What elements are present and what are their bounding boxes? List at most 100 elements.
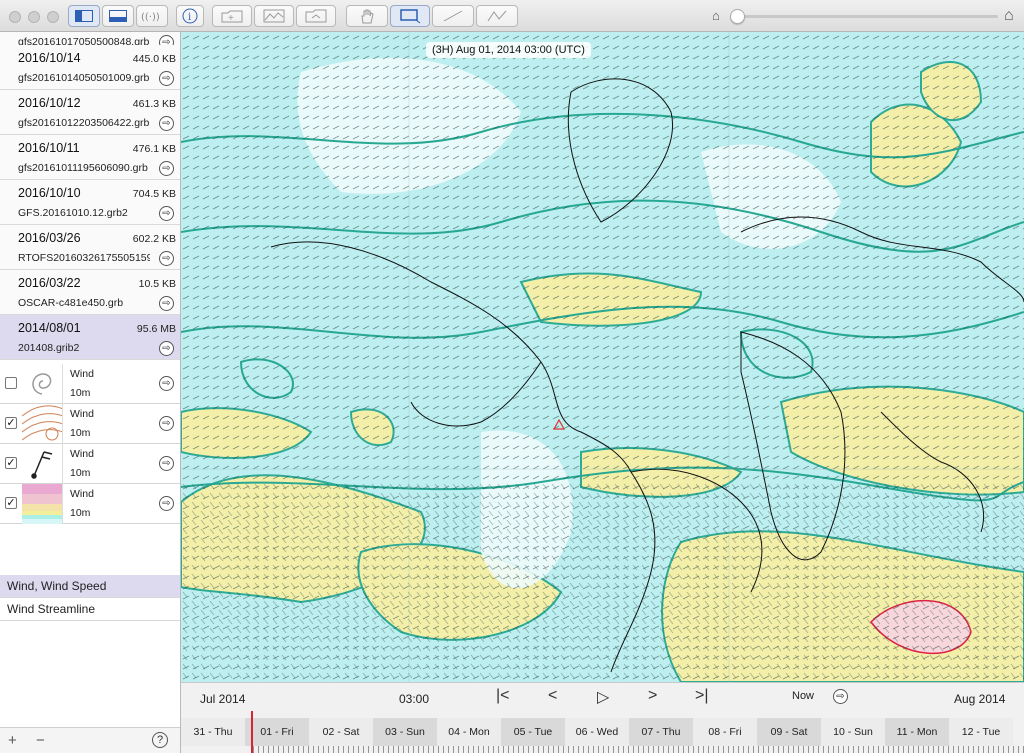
layer-settings-button[interactable]: ⇨ bbox=[159, 496, 174, 511]
broadcast-button[interactable]: ((·)) bbox=[136, 5, 168, 27]
file-row[interactable]: 2016/10/14 445.0 KB gfs20161014050501009.g… bbox=[0, 45, 180, 90]
streamline-icon bbox=[22, 364, 63, 404]
timeline-day[interactable]: 10 - Sun bbox=[821, 718, 885, 746]
timeline-current-time: 03:00 bbox=[399, 692, 430, 706]
layer-settings-button[interactable]: ⇨ bbox=[159, 376, 174, 391]
hand-icon bbox=[361, 9, 374, 24]
named-layer-item[interactable]: Wind Streamline bbox=[0, 598, 180, 621]
layer-level: 10m bbox=[70, 427, 91, 439]
layer-row[interactable]: ✓ Wind 10m ⇨ bbox=[0, 444, 180, 484]
map-time-label: (3H) Aug 01, 2014 03:00 (UTC) bbox=[426, 42, 591, 58]
timeline-day[interactable]: 11 - Mon bbox=[885, 718, 949, 746]
select-region-icon bbox=[400, 9, 421, 24]
select-region-tool-button[interactable] bbox=[390, 5, 430, 27]
sidebar-toggle-button[interactable] bbox=[68, 5, 100, 27]
add-button[interactable]: + bbox=[8, 732, 17, 749]
remove-button[interactable]: − bbox=[36, 732, 45, 749]
home-max-icon[interactable]: ⌂ bbox=[1004, 8, 1014, 24]
file-name: OSCAR-c481e450.grb bbox=[18, 297, 124, 309]
home-icon[interactable]: ⌂ bbox=[712, 9, 720, 23]
zoom-slider[interactable] bbox=[734, 15, 998, 18]
zoom-window-button[interactable] bbox=[47, 11, 59, 23]
folder-button[interactable] bbox=[296, 5, 336, 27]
file-size: 476.1 KB bbox=[132, 143, 176, 155]
file-open-button[interactable]: ⇨ bbox=[159, 251, 174, 266]
timeline-cursor[interactable] bbox=[251, 711, 253, 753]
app-window: ((·)) i + ⌂ ⌂ gfs20161017050500848.grb ⇨… bbox=[0, 0, 1024, 753]
timeline-day[interactable]: 06 - Wed bbox=[565, 718, 629, 746]
timeline-day-strip[interactable]: 31 - Thu 01 - Fri 02 - Sat 03 - Sun 04 - Mon… bbox=[181, 718, 1024, 746]
file-row[interactable]: 2014/08/01 95.6 MB 201408.grib2 ⇨ bbox=[0, 315, 180, 360]
skip-to-start-button[interactable]: |< bbox=[496, 687, 510, 705]
help-button[interactable]: ? bbox=[152, 732, 168, 748]
timeline-day[interactable]: 12 - Tue bbox=[949, 718, 1013, 746]
weather-map[interactable]: (3H) Aug 01, 2014 03:00 (UTC) bbox=[181, 32, 1024, 682]
timeline-day[interactable]: 31 - Thu bbox=[181, 718, 245, 746]
layer-row[interactable]: ✓ Wind 10m ⇨ bbox=[0, 484, 180, 524]
info-button[interactable]: i bbox=[176, 5, 204, 27]
chart-view-button[interactable] bbox=[254, 5, 294, 27]
file-open-button[interactable]: ⇨ bbox=[159, 206, 174, 221]
file-open-button[interactable]: ⇨ bbox=[159, 341, 174, 356]
pan-tool-button[interactable] bbox=[346, 5, 388, 27]
file-name: gfs20161011195606090.grb bbox=[18, 162, 148, 174]
bottom-panel-toggle-button[interactable] bbox=[102, 5, 134, 27]
timeline-day[interactable]: 02 - Sat bbox=[309, 718, 373, 746]
wind-barbs-south bbox=[181, 482, 1024, 682]
named-layer-item[interactable]: Wind, Wind Speed bbox=[0, 575, 180, 598]
folder-icon bbox=[305, 9, 327, 23]
file-open-button[interactable]: ⇨ bbox=[159, 296, 174, 311]
sidebar: gfs20161017050500848.grb ⇨ 2016/10/14 445.0… bbox=[0, 32, 181, 753]
add-region-button[interactable]: + bbox=[212, 5, 252, 27]
layer-visibility-checkbox[interactable]: ✓ bbox=[5, 457, 17, 469]
file-row[interactable]: 2016/03/22 10.5 KB OSCAR-c481e450.grb ⇨ bbox=[0, 270, 180, 315]
file-size: 10.5 KB bbox=[138, 278, 176, 290]
skip-to-end-button[interactable]: >| bbox=[695, 687, 709, 705]
timeline: Jul 2014 03:00 |< < ▷ > >| Now ⇨ Aug 201… bbox=[181, 682, 1024, 753]
layer-settings-button[interactable]: ⇨ bbox=[159, 456, 174, 471]
file-date: 2016/10/14 bbox=[18, 51, 81, 65]
minimize-window-button[interactable] bbox=[28, 11, 40, 23]
layer-visibility-checkbox[interactable]: ✓ bbox=[5, 497, 17, 509]
info-icon: i bbox=[182, 8, 198, 24]
file-row[interactable]: 2016/10/12 461.3 KB gfs20161012203506422.g… bbox=[0, 90, 180, 135]
now-label: Now bbox=[792, 690, 815, 702]
play-button[interactable]: ▷ bbox=[597, 687, 609, 707]
timeline-month-left: Jul 2014 bbox=[200, 692, 246, 706]
timeline-day[interactable]: 09 - Sat bbox=[757, 718, 821, 746]
step-forward-button[interactable]: > bbox=[648, 687, 657, 705]
layer-name: Wind bbox=[70, 448, 94, 460]
timeline-day[interactable]: 07 - Thu bbox=[629, 718, 693, 746]
layer-visibility-checkbox[interactable]: ✓ bbox=[5, 417, 17, 429]
step-back-button[interactable]: < bbox=[548, 687, 557, 705]
file-list: gfs20161017050500848.grb ⇨ 2016/10/14 445.0… bbox=[0, 32, 180, 364]
file-open-button[interactable]: ⇨ bbox=[159, 116, 174, 131]
timeline-day[interactable]: 01 - Fri bbox=[245, 718, 309, 746]
file-open-button[interactable]: ⇨ bbox=[159, 161, 174, 176]
now-button[interactable]: ⇨ bbox=[833, 689, 848, 704]
zoom-slider-knob[interactable] bbox=[730, 9, 745, 24]
close-window-button[interactable] bbox=[9, 11, 21, 23]
polyline-tool-button[interactable] bbox=[476, 5, 518, 27]
toolbar: ((·)) i + ⌂ ⌂ bbox=[0, 0, 1024, 32]
timeline-month-right: Aug 2014 bbox=[954, 692, 1006, 706]
layer-settings-button[interactable]: ⇨ bbox=[159, 416, 174, 431]
file-size: 95.6 MB bbox=[136, 323, 176, 335]
line-tool-button[interactable] bbox=[432, 5, 474, 27]
timeline-day[interactable]: 03 - Sun bbox=[373, 718, 437, 746]
timeline-day[interactable]: 08 - Fri bbox=[693, 718, 757, 746]
file-row[interactable]: 2016/10/10 704.5 KB GFS.20161010.12.grb2 ⇨ bbox=[0, 180, 180, 225]
file-row[interactable]: 2016/03/26 602.2 KB RTOFS20160326175505159… bbox=[0, 225, 180, 270]
file-row[interactable]: 2016/10/11 476.1 KB gfs20161011195606090.g… bbox=[0, 135, 180, 180]
file-date: 2016/10/10 bbox=[18, 186, 81, 200]
svg-text:((·)): ((·)) bbox=[141, 12, 160, 22]
timeline-day[interactable]: 05 - Tue bbox=[501, 718, 565, 746]
layer-visibility-checkbox[interactable] bbox=[5, 377, 17, 389]
file-open-button[interactable]: ⇨ bbox=[159, 71, 174, 86]
layer-row[interactable]: ✓ Wind 10m ⇨ bbox=[0, 404, 180, 444]
layer-level: 10m bbox=[70, 467, 91, 479]
layer-row[interactable]: Wind 10m ⇨ bbox=[0, 364, 180, 404]
layer-name: Wind bbox=[70, 488, 94, 500]
wind-barb-icon bbox=[22, 444, 63, 484]
timeline-day[interactable]: 04 - Mon bbox=[437, 718, 501, 746]
